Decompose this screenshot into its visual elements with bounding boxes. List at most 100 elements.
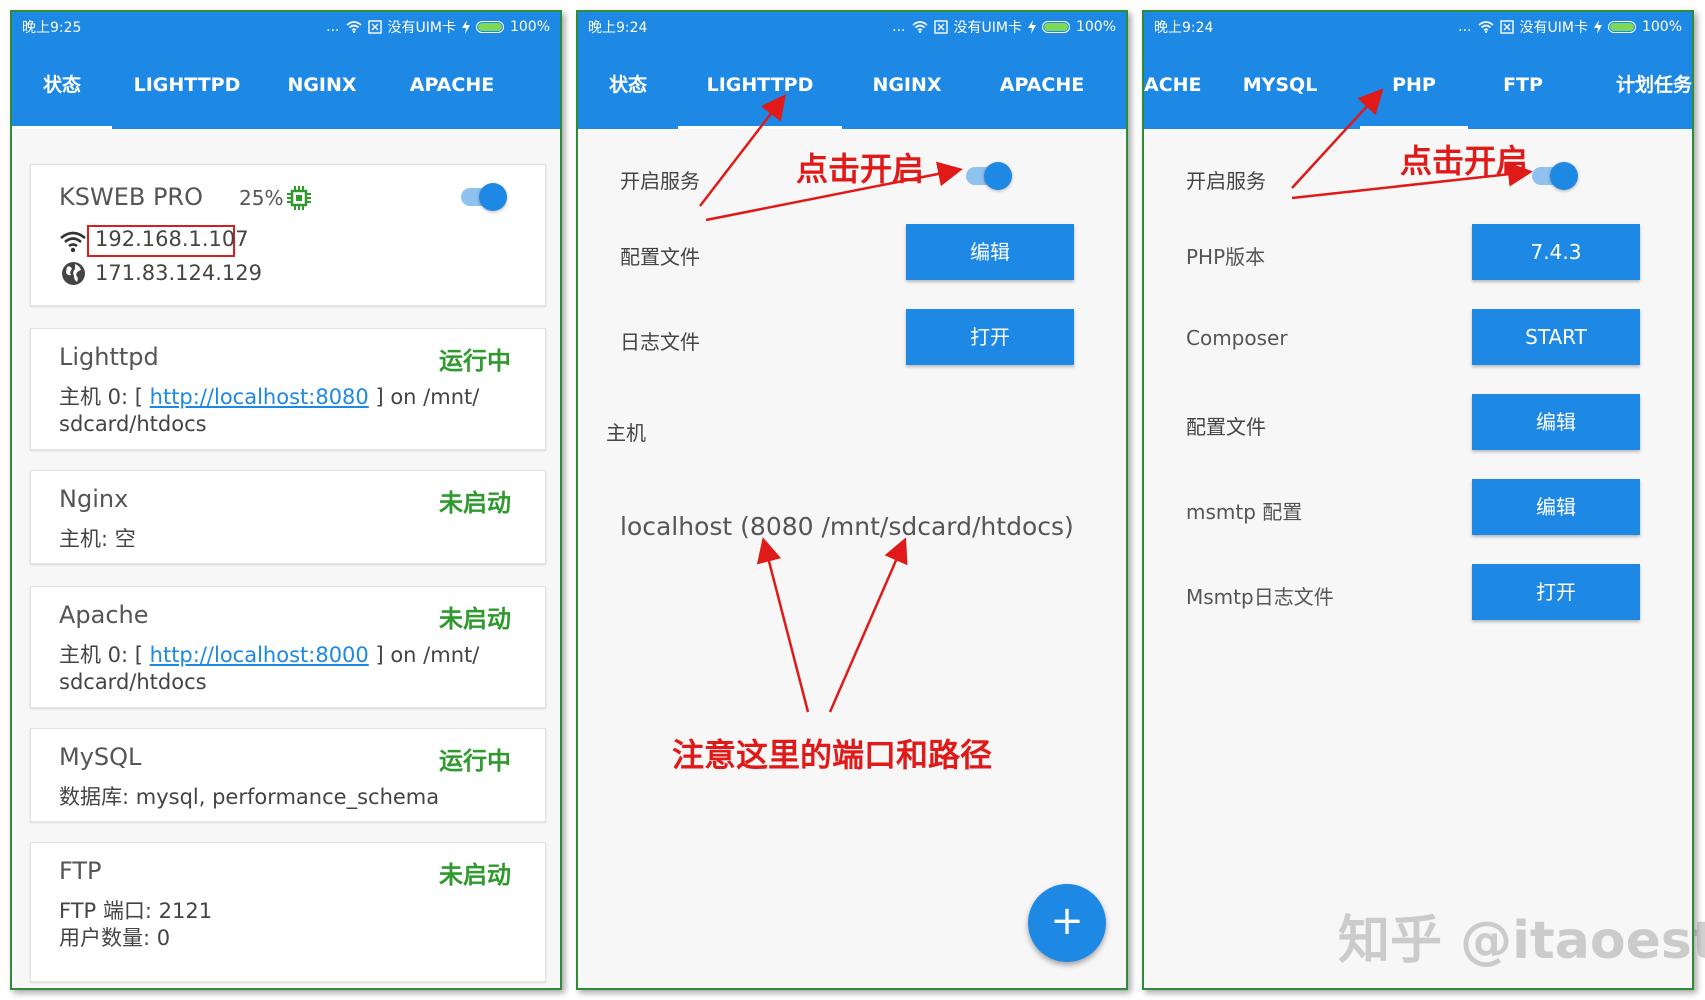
cpu-usage: 25% xyxy=(239,186,284,210)
service-toggle[interactable] xyxy=(964,158,1014,192)
battery-icon xyxy=(1041,21,1070,33)
card-host-line: 主机: 空 xyxy=(59,527,136,551)
mysql-card[interactable]: MySQL 运行中 数据库: mysql, performance_schema xyxy=(30,728,546,822)
arrow-to-port xyxy=(756,537,810,713)
status-time: 晚上9:24 xyxy=(1154,20,1214,36)
tab-bar: ACHE MYSQL PHP FTP 计划任务 xyxy=(1144,42,1692,129)
msmtp-log-open-button[interactable]: 打开 xyxy=(1472,564,1640,620)
ksweb-toggle[interactable] xyxy=(459,179,509,213)
tab-scheduled-tasks[interactable]: 计划任务 xyxy=(1578,42,1692,129)
sim-icon xyxy=(933,20,948,34)
service-label: 开启服务 xyxy=(620,169,700,193)
tab-lighttpd[interactable]: LIGHTTPD xyxy=(112,42,262,129)
tab-bar: 状态 LIGHTTPD NGINX APACHE xyxy=(12,42,560,129)
ksweb-card: KSWEB PRO 25% 192.168.1.107 171.83.124.1… xyxy=(30,164,546,306)
apache-card[interactable]: Apache 未启动 主机 0: [ http://localhost:8000… xyxy=(30,586,546,708)
arrow-to-path xyxy=(828,537,908,713)
tab-lighttpd[interactable]: LIGHTTPD xyxy=(678,42,842,129)
wifi-icon xyxy=(911,21,928,33)
battery-icon xyxy=(475,21,504,33)
phone-php-screen: 晚上9:24 ... 没有UIM卡 100% ACHE MYSQL PHP FT… xyxy=(1142,10,1694,990)
card-host-line: 主机 0: [ http://localhost:8080 ] on /mnt/ xyxy=(59,383,529,412)
service-label: 开启服务 xyxy=(1186,169,1266,193)
msmtp-config-label: msmtp 配置 xyxy=(1186,500,1303,524)
card-title: Apache xyxy=(59,601,149,629)
config-label: 配置文件 xyxy=(1186,415,1266,439)
status-bar: 晚上9:24 ... 没有UIM卡 100% xyxy=(1144,12,1692,42)
nginx-card[interactable]: Nginx 未启动 主机: 空 xyxy=(30,470,546,564)
status-badge: 未启动 xyxy=(439,861,511,889)
host-suffix: ] on /mnt/ xyxy=(368,385,480,409)
card-title: MySQL xyxy=(59,743,142,771)
status-time: 晚上9:25 xyxy=(22,20,82,36)
config-edit-button[interactable]: 编辑 xyxy=(1472,394,1640,450)
globe-icon xyxy=(62,262,85,285)
public-ip: 171.83.124.129 xyxy=(95,261,262,285)
php-version-label: PHP版本 xyxy=(1186,245,1266,269)
card-host-path: sdcard/htdocs xyxy=(59,412,207,436)
ftp-port-line: FTP 端口: 2121 xyxy=(59,899,213,923)
php-version-button[interactable]: 7.4.3 xyxy=(1472,224,1640,280)
tab-apache[interactable]: APACHE xyxy=(382,42,522,129)
tab-nginx[interactable]: NGINX xyxy=(262,42,382,129)
wifi-icon xyxy=(345,21,362,33)
host-header: 主机 xyxy=(606,421,646,445)
phone-lighttpd-screen: 晚上9:24 ... 没有UIM卡 100% 状态 LIGHTTPD NGINX… xyxy=(576,10,1128,990)
tab-apache[interactable]: APACHE xyxy=(972,42,1112,129)
sim-icon xyxy=(367,20,382,34)
lightning-icon xyxy=(1593,20,1602,34)
ksweb-title: KSWEB PRO xyxy=(59,183,203,211)
add-host-button[interactable]: + xyxy=(1028,884,1106,962)
status-dots: ... xyxy=(1458,19,1472,35)
card-title: FTP xyxy=(59,857,102,885)
host-prefix: 主机 0: [ xyxy=(59,385,150,409)
watermark: 知乎 @itaoest xyxy=(1338,911,1705,971)
service-toggle[interactable] xyxy=(1530,158,1580,192)
tab-bar: 状态 LIGHTTPD NGINX APACHE xyxy=(578,42,1126,129)
host-link[interactable]: http://localhost:8080 xyxy=(150,385,369,409)
config-label: 配置文件 xyxy=(620,245,700,269)
card-host-path: sdcard/htdocs xyxy=(59,670,207,694)
annotation-click-enable: 点击开启 xyxy=(796,150,925,188)
sim-status: 没有UIM卡 xyxy=(387,20,456,36)
msmtp-edit-button[interactable]: 编辑 xyxy=(1472,479,1640,535)
battery-icon xyxy=(1607,21,1636,33)
log-open-button[interactable]: 打开 xyxy=(906,309,1074,365)
sim-icon xyxy=(1499,20,1514,34)
status-dots: ... xyxy=(892,19,906,35)
status-time: 晚上9:24 xyxy=(588,20,648,36)
status-bar: 晚上9:25 ... 没有UIM卡 100% xyxy=(12,12,560,42)
host-prefix: 主机 0: [ xyxy=(59,643,150,667)
msmtp-log-label: Msmtp日志文件 xyxy=(1186,585,1334,609)
tab-ftp[interactable]: FTP xyxy=(1468,42,1578,129)
local-ip: 192.168.1.107 xyxy=(95,227,249,251)
wifi-icon xyxy=(1477,21,1494,33)
tab-status[interactable]: 状态 xyxy=(12,42,112,129)
composer-label: Composer xyxy=(1186,326,1288,350)
host-entry[interactable]: localhost (8080 /mnt/sdcard/htdocs) xyxy=(620,512,1074,541)
host-suffix: ] on /mnt/ xyxy=(368,643,480,667)
tab-mysql[interactable]: MYSQL xyxy=(1200,42,1360,129)
wifi-icon xyxy=(60,231,86,253)
composer-start-button[interactable]: START xyxy=(1472,309,1640,365)
config-edit-button[interactable]: 编辑 xyxy=(906,224,1074,280)
status-bar: 晚上9:24 ... 没有UIM卡 100% xyxy=(578,12,1126,42)
tab-apache[interactable]: ACHE xyxy=(1144,42,1202,129)
ftp-users-line: 用户数量: 0 xyxy=(59,926,171,950)
status-badge: 运行中 xyxy=(439,747,511,775)
tab-nginx[interactable]: NGINX xyxy=(842,42,972,129)
lighttpd-card[interactable]: Lighttpd 运行中 主机 0: [ http://localhost:80… xyxy=(30,328,546,450)
status-badge: 运行中 xyxy=(439,347,511,375)
tab-status[interactable]: 状态 xyxy=(578,42,678,129)
host-link[interactable]: http://localhost:8000 xyxy=(150,643,369,667)
lightning-icon xyxy=(1027,20,1036,34)
battery-percent: 100% xyxy=(1075,19,1116,35)
battery-percent: 100% xyxy=(1641,19,1682,35)
annotation-click-enable: 点击开启 xyxy=(1400,142,1529,180)
card-db-line: 数据库: mysql, performance_schema xyxy=(59,785,440,809)
ftp-card[interactable]: FTP 未启动 FTP 端口: 2121 用户数量: 0 xyxy=(30,842,546,982)
card-title: Lighttpd xyxy=(59,343,159,371)
sim-status: 没有UIM卡 xyxy=(1519,20,1588,36)
tab-php[interactable]: PHP xyxy=(1360,42,1468,129)
card-host-line: 主机 0: [ http://localhost:8000 ] on /mnt/ xyxy=(59,641,529,670)
